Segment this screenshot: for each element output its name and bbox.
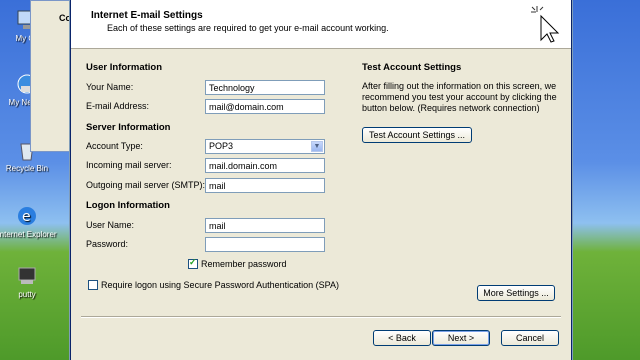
footer-divider <box>81 316 561 318</box>
user-name-label: User Name: <box>86 220 135 230</box>
desktop-icon-label: Internet Explorer <box>0 230 57 239</box>
desktop-icon-putty[interactable]: putty <box>0 264 58 299</box>
chevron-down-icon[interactable]: ▼ <box>311 141 323 152</box>
desktop-icon-label: Recycle Bin <box>5 164 49 173</box>
putty-icon <box>18 267 36 284</box>
remember-password-checkbox[interactable] <box>188 257 198 269</box>
spa-label: Require logon using Secure Password Auth… <box>101 280 339 290</box>
your-name-label: Your Name: <box>86 82 134 92</box>
incoming-server-input[interactable] <box>205 158 325 173</box>
account-type-select[interactable]: POP3 ▼ <box>205 139 325 154</box>
dialog-subtitle: Each of these settings are required to g… <box>107 23 389 33</box>
user-name-input[interactable] <box>205 218 325 233</box>
outgoing-server-input[interactable] <box>205 178 325 193</box>
outgoing-server-label: Outgoing mail server (SMTP): <box>86 180 206 190</box>
mouse-cursor-icon <box>531 6 560 43</box>
server-information-heading: Server Information <box>86 122 171 133</box>
dialog-header: Internet E-mail Settings Each of these s… <box>71 0 571 49</box>
test-account-description: After filling out the information on thi… <box>362 81 557 113</box>
account-type-label: Account Type: <box>86 141 143 151</box>
desktop-icon-label: putty <box>18 290 36 299</box>
internet-explorer-icon: e <box>18 207 36 225</box>
user-information-heading: User Information <box>86 62 163 73</box>
svg-text:e: e <box>22 209 31 225</box>
password-label: Password: <box>86 239 129 249</box>
desktop-icon-internet-explorer[interactable]: e Internet Explorer <box>0 204 58 239</box>
account-type-value: POP3 <box>209 141 234 151</box>
dialog-title: Internet E-mail Settings <box>91 10 203 21</box>
email-address-input[interactable] <box>205 99 325 114</box>
your-name-input[interactable] <box>205 80 325 95</box>
next-button[interactable]: Next > <box>432 330 490 346</box>
email-settings-dialog: Internet E-mail Settings Each of these s… <box>70 0 572 360</box>
test-account-heading: Test Account Settings <box>362 62 462 73</box>
more-settings-button[interactable]: More Settings ... <box>477 285 555 301</box>
test-account-settings-button[interactable]: Test Account Settings ... <box>362 127 472 143</box>
remember-password-label: Remember password <box>201 259 287 269</box>
logon-information-heading: Logon Information <box>86 200 170 211</box>
cancel-button[interactable]: Cancel <box>501 330 559 346</box>
spa-checkbox[interactable] <box>88 280 98 290</box>
password-input[interactable] <box>205 237 325 252</box>
incoming-server-label: Incoming mail server: <box>86 160 172 170</box>
back-button[interactable]: < Back <box>373 330 431 346</box>
email-address-label: E-mail Address: <box>86 101 150 111</box>
